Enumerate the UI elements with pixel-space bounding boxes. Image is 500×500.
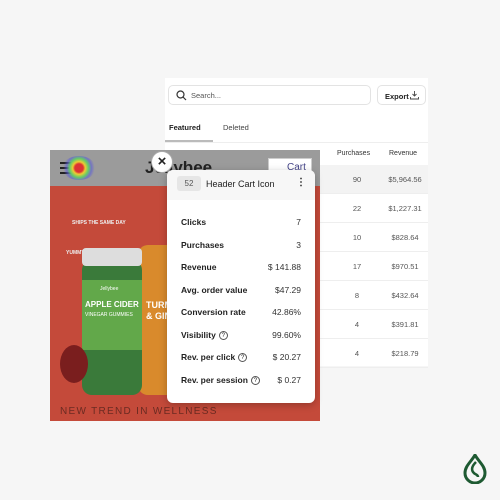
cell-revenue: $1,227.31 — [388, 204, 422, 213]
tab-featured[interactable]: Featured — [169, 123, 201, 132]
search-icon — [176, 90, 187, 101]
stat-label: Visibility — [181, 329, 216, 340]
cell-purchases: 17 — [352, 262, 362, 271]
cell-revenue: $828.64 — [391, 233, 419, 242]
column-header-purchases[interactable]: Purchases — [337, 150, 370, 157]
product-label: APPLE CIDER — [85, 300, 139, 309]
handwriting-text: SHIPS THE SAME DAY — [72, 220, 126, 226]
element-id-badge: 52 — [177, 176, 201, 191]
click-heat-spot — [62, 156, 96, 180]
help-icon[interactable]: ? — [250, 375, 260, 385]
cell-purchases: 10 — [352, 233, 362, 242]
stat-label: Rev. per session — [181, 374, 248, 385]
cell-purchases: 8 — [354, 291, 360, 300]
column-header-revenue[interactable]: Revenue — [389, 150, 417, 157]
cell-revenue: $5,964.56 — [388, 175, 422, 184]
product-label: Jellybee — [100, 286, 119, 292]
tagline: NEW TREND IN WELLNESS — [60, 406, 218, 417]
cell-purchases: 90 — [352, 175, 362, 184]
apple-image — [60, 345, 88, 383]
tab-deleted[interactable]: Deleted — [223, 123, 249, 132]
stat-value: $47.29 — [275, 284, 301, 295]
help-icon[interactable]: ? — [218, 330, 228, 340]
stat-row: Purchases 3 — [181, 240, 301, 250]
stat-label: Avg. order value — [181, 284, 248, 295]
divider — [165, 142, 428, 143]
brand-logo-icon — [463, 454, 487, 484]
stat-value: 3 — [296, 239, 301, 250]
stat-value: 42.86% — [272, 307, 301, 317]
stat-value: $ 20.27 — [272, 352, 301, 362]
stat-label: Conversion rate — [181, 307, 246, 317]
stat-value: 99.60% — [272, 329, 301, 340]
cell-revenue: $970.51 — [391, 262, 419, 271]
stat-value: $ 0.27 — [277, 374, 301, 385]
search-input[interactable]: Search... — [168, 85, 371, 105]
cell-purchases: 22 — [352, 204, 362, 213]
stat-value: $ 141.88 — [267, 262, 301, 272]
cell-revenue: $218.79 — [391, 349, 419, 358]
element-stats-popup: 52 Header Cart Icon ⋮ Clicks 7 Purchases 3 R… — [167, 170, 315, 403]
stat-value: 7 — [296, 217, 301, 227]
stat-row: Rev. per session? $ 0.27 — [181, 375, 301, 385]
stat-row: Visibility? 99.60% — [181, 330, 301, 340]
product-jar-apple: Jellybee APPLE CIDER VINEGAR GUMMIES — [82, 248, 142, 395]
stat-label: Purchases — [181, 239, 224, 250]
stat-label: Clicks — [181, 217, 207, 227]
stat-row: Revenue $ 141.88 — [181, 262, 301, 272]
search-placeholder: Search... — [191, 91, 222, 100]
cell-revenue: $432.64 — [391, 291, 419, 300]
download-icon — [410, 91, 419, 100]
product-label: VINEGAR GUMMIES — [85, 312, 133, 318]
stat-label: Rev. per click — [181, 352, 236, 362]
help-icon[interactable]: ? — [238, 353, 248, 362]
cell-revenue: $391.81 — [391, 320, 419, 329]
more-options-icon[interactable]: ⋮ — [296, 177, 306, 188]
stat-row: Clicks 7 — [181, 217, 301, 227]
stat-row: Avg. order value $47.29 — [181, 285, 301, 295]
stat-row: Conversion rate 42.86% — [181, 307, 301, 317]
stat-row: Rev. per click? $ 20.27 — [181, 352, 301, 362]
cell-purchases: 4 — [354, 349, 360, 358]
stat-label: Revenue — [181, 262, 217, 272]
export-label: Export — [385, 92, 409, 101]
export-button[interactable]: Export — [377, 85, 426, 105]
cell-purchases: 4 — [354, 320, 360, 329]
popup-title: Header Cart Icon — [206, 179, 275, 189]
